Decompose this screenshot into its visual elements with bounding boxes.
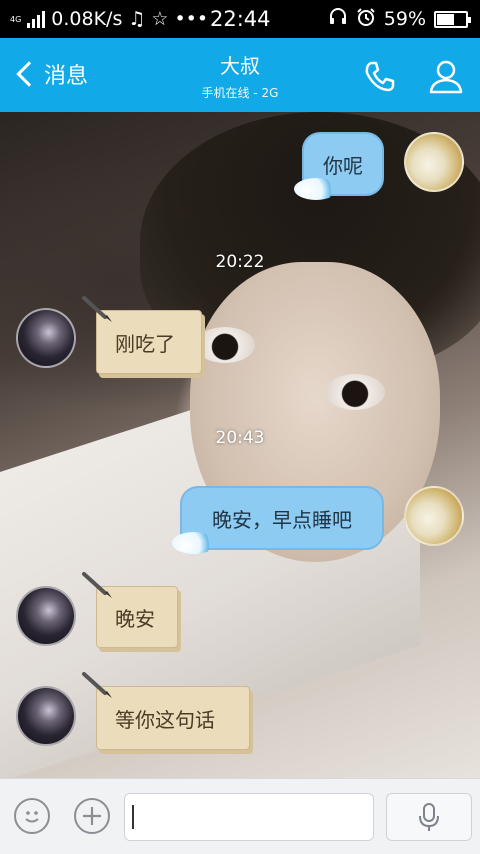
plus-icon [83,807,101,825]
avatar-self[interactable] [404,132,464,192]
contact-name: 大叔 [220,54,260,78]
message-text: 刚吃了 [115,331,175,356]
timestamp: 20:22 [215,252,265,272]
person-icon[interactable] [426,56,466,96]
message-bubble-other[interactable]: 等你这句话 [82,672,250,750]
pen-icon [82,672,112,698]
signal-icon [27,10,46,28]
plus-button[interactable] [74,798,110,834]
clock: 22:44 [210,7,271,31]
battery-icon [434,10,471,28]
more-notifications: ••• [174,8,209,30]
pen-icon [82,572,112,598]
message-text: 晚安，早点睡吧 [212,507,352,532]
status-bar: 4G 0.08K/s ♫ ☆ ••• 22:44 59% [0,0,480,38]
star-icon: ☆ [151,8,169,30]
chat-header: 消息 大叔 手机在线 - 2G [0,38,480,112]
emoji-button[interactable] [14,798,50,834]
wave-decoration-icon [172,532,216,554]
headphone-icon [328,7,348,32]
avatar-other[interactable] [16,586,76,646]
network-type: 4G [10,14,22,24]
music-note-icon: ♫ [128,8,146,30]
timestamp: 20:43 [215,428,265,448]
message-input[interactable] [124,793,374,841]
message-text: 晚安 [115,606,155,631]
message-text: 等你这句话 [115,707,215,732]
smiley-icon [25,811,39,823]
message-bubble-other[interactable]: 晚安 [82,572,178,648]
battery-fill [437,13,454,25]
avatar-other[interactable] [16,686,76,746]
alarm-icon [356,7,376,32]
avatar-other[interactable] [16,308,76,368]
message-bubble-self[interactable]: 你呢 [294,132,384,200]
message-bubble-other[interactable]: 刚吃了 [82,296,202,374]
microphone-icon [419,803,439,831]
pen-icon [82,296,112,322]
voice-button[interactable] [386,793,472,841]
phone-icon[interactable] [360,56,400,96]
message-text: 你呢 [323,153,363,178]
text-cursor [132,805,134,829]
input-bar [0,778,480,854]
message-bubble-self[interactable]: 晚安，早点睡吧 [172,486,384,554]
network-speed: 0.08K/s [51,8,123,30]
avatar-self[interactable] [404,486,464,546]
wave-decoration-icon [294,178,338,200]
battery-percent: 59% [383,8,426,30]
chat-area[interactable]: 你呢 20:22 刚吃了 20:43 晚安，早点睡吧 晚安 等你这句话 [0,112,480,778]
contact-status: 手机在线 - 2G [201,86,279,100]
